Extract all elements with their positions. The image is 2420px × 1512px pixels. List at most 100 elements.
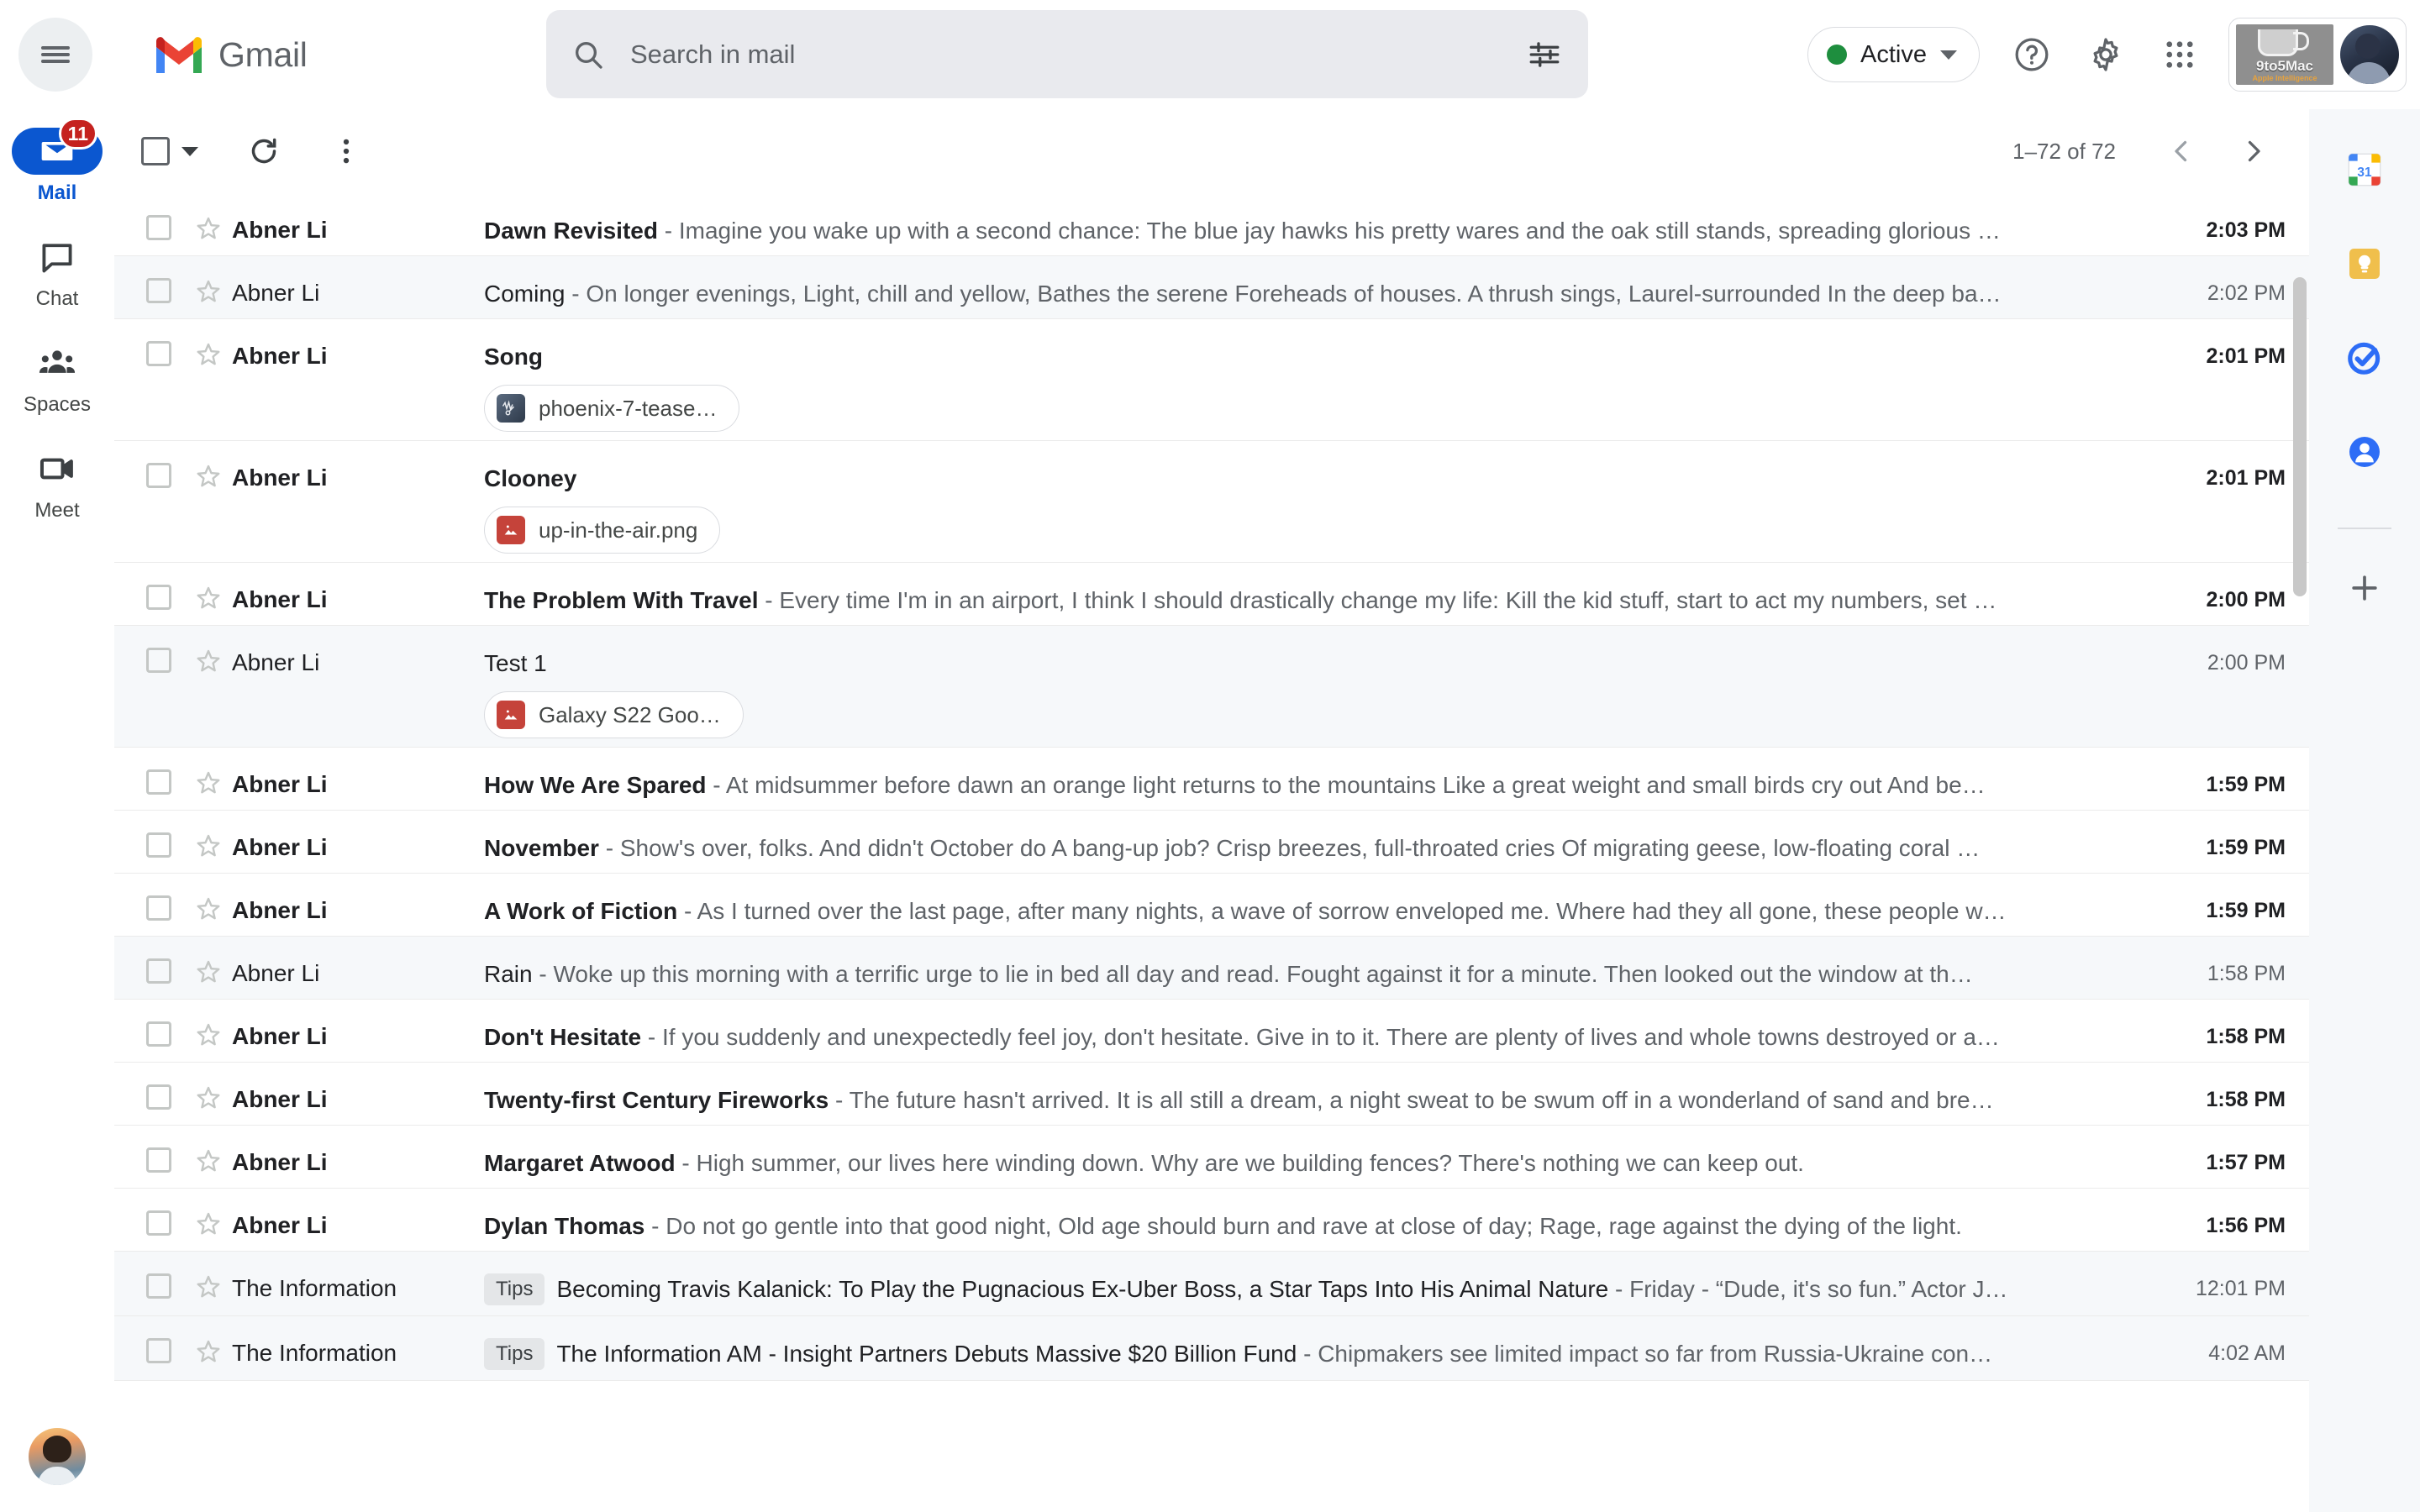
star-button[interactable] (185, 874, 232, 922)
star-button[interactable] (185, 1000, 232, 1048)
header-actions: Active 9to5Mac Apple Intelligence (1807, 0, 2407, 109)
search-input[interactable] (630, 39, 1501, 70)
table-row[interactable]: Abner Li Song phoenix-7-tease… 2:01 PM (114, 319, 2309, 441)
star-button[interactable] (185, 1126, 232, 1174)
table-row[interactable]: Abner Li How We Are Spared - At midsummer… (114, 748, 2309, 811)
email-content: Clooney up-in-the-air.png (484, 441, 2133, 562)
star-button[interactable] (185, 748, 232, 796)
row-select-checkbox[interactable] (133, 811, 185, 858)
table-row[interactable]: Abner Li Margaret Atwood - High summer, o… (114, 1126, 2309, 1189)
sidebar-item-mail[interactable]: 11 Mail (0, 118, 114, 210)
status-dot-icon (1827, 45, 1848, 65)
google-contacts-button[interactable] (2328, 415, 2402, 489)
table-row[interactable]: Abner Li Test 1 Galaxy S22 Goo… 2:00 PM (114, 626, 2309, 748)
email-sender: Abner Li (232, 834, 328, 860)
settings-button[interactable] (2069, 18, 2143, 92)
star-button[interactable] (185, 441, 232, 490)
table-row[interactable]: Abner Li Twenty-first Century Fireworks -… (114, 1063, 2309, 1126)
account-chip[interactable]: 9to5Mac Apple Intelligence (2228, 18, 2407, 92)
next-page-button[interactable] (2222, 119, 2286, 183)
star-button[interactable] (185, 937, 232, 985)
previous-page-button[interactable] (2149, 119, 2213, 183)
star-button[interactable] (185, 256, 232, 305)
left-rail: 11 Mail Chat Spaces Meet (0, 109, 114, 1512)
row-select-checkbox[interactable] (133, 748, 185, 795)
email-snippet: - If you suddenly and unexpectedly feel … (641, 1024, 2000, 1050)
star-icon (197, 1023, 220, 1046)
active-status-button[interactable]: Active (1807, 27, 1980, 82)
contact-avatar[interactable] (29, 1428, 86, 1485)
checkbox-icon (146, 1084, 171, 1110)
table-row[interactable]: Abner Li Dawn Revisited - Imagine you wak… (114, 193, 2309, 256)
avatar[interactable] (2340, 25, 2399, 84)
list-scrollbar-thumb[interactable] (2293, 277, 2307, 596)
table-row[interactable]: The Information Tips The Information AM - … (114, 1316, 2309, 1381)
star-icon (197, 465, 220, 487)
more-vertical-icon (343, 139, 350, 164)
sidebar-item-chat[interactable]: Chat (0, 225, 114, 316)
google-tasks-button[interactable] (2328, 321, 2402, 395)
attachment-chip[interactable]: Galaxy S22 Goo… (484, 691, 744, 738)
row-select-checkbox[interactable] (133, 441, 185, 488)
row-select-checkbox[interactable] (133, 626, 185, 673)
table-row[interactable]: Abner Li Dylan Thomas - Do not go gentle … (114, 1189, 2309, 1252)
table-row[interactable]: Abner Li November - Show's over, folks. A… (114, 811, 2309, 874)
add-addon-button[interactable] (2328, 551, 2402, 625)
checkbox-icon (146, 1338, 171, 1363)
star-button[interactable] (185, 1252, 232, 1300)
spaces-icon (39, 350, 76, 373)
row-select-checkbox[interactable] (133, 874, 185, 921)
google-keep-button[interactable] (2328, 227, 2402, 301)
star-icon (197, 649, 220, 672)
main-menu-button[interactable] (18, 18, 92, 92)
sidebar-item-meet[interactable]: Meet (0, 437, 114, 528)
star-button[interactable] (185, 563, 232, 612)
table-row[interactable]: Abner Li Coming - On longer evenings, Lig… (114, 256, 2309, 319)
row-select-checkbox[interactable] (133, 1189, 185, 1236)
select-all-chevron-down-icon[interactable] (182, 146, 198, 156)
row-select-checkbox[interactable] (133, 1126, 185, 1173)
email-sender: Abner Li (232, 1149, 328, 1175)
email-time: 4:02 AM (2208, 1341, 2286, 1365)
row-select-checkbox[interactable] (133, 1316, 185, 1363)
table-row[interactable]: The Information Tips Becoming Travis Kalan… (114, 1252, 2309, 1316)
more-options-button[interactable] (314, 119, 378, 183)
row-select-checkbox[interactable] (133, 319, 185, 366)
google-apps-button[interactable] (2143, 18, 2217, 92)
row-select-checkbox[interactable] (133, 193, 185, 240)
media-file-icon (502, 400, 515, 416)
search-options-button[interactable] (1501, 10, 1588, 98)
row-select-checkbox[interactable] (133, 1000, 185, 1047)
table-row[interactable]: Abner Li Rain - Woke up this morning with… (114, 937, 2309, 1000)
star-button[interactable] (185, 193, 232, 242)
row-select-checkbox[interactable] (133, 937, 185, 984)
table-row[interactable]: Abner Li The Problem With Travel - Every … (114, 563, 2309, 626)
table-row[interactable]: Abner Li Don't Hesitate - If you suddenly… (114, 1000, 2309, 1063)
star-button[interactable] (185, 319, 232, 368)
star-button[interactable] (185, 1063, 232, 1111)
star-button[interactable] (185, 1189, 232, 1237)
support-button[interactable] (1995, 18, 2069, 92)
sidebar-item-spaces[interactable]: Spaces (0, 331, 114, 422)
google-calendar-button[interactable]: 31 (2328, 133, 2402, 207)
table-row[interactable]: Abner Li Clooney up-in-the-air.png 2:01 PM (114, 441, 2309, 563)
row-select-checkbox[interactable] (133, 1252, 185, 1299)
select-all-checkbox[interactable] (133, 129, 202, 174)
row-select-checkbox[interactable] (133, 256, 185, 303)
row-select-checkbox[interactable] (133, 1063, 185, 1110)
search-bar[interactable] (546, 10, 1588, 98)
star-icon (197, 1212, 220, 1235)
list-scrollbar-track[interactable] (2291, 277, 2309, 1512)
gmail-logo[interactable]: Gmail (153, 35, 308, 75)
attachment-chip[interactable]: phoenix-7-tease… (484, 385, 740, 432)
refresh-button[interactable] (232, 119, 296, 183)
star-button[interactable] (185, 626, 232, 675)
star-button[interactable] (185, 1316, 232, 1365)
mail-unread-badge: 11 (58, 118, 97, 150)
attachment-name: up-in-the-air.png (539, 517, 698, 543)
row-select-checkbox[interactable] (133, 563, 185, 610)
star-button[interactable] (185, 811, 232, 859)
attachment-chip[interactable]: up-in-the-air.png (484, 507, 721, 554)
pagination-count: 1–72 of 72 (2012, 138, 2116, 164)
table-row[interactable]: Abner Li A Work of Fiction - As I turned … (114, 874, 2309, 937)
